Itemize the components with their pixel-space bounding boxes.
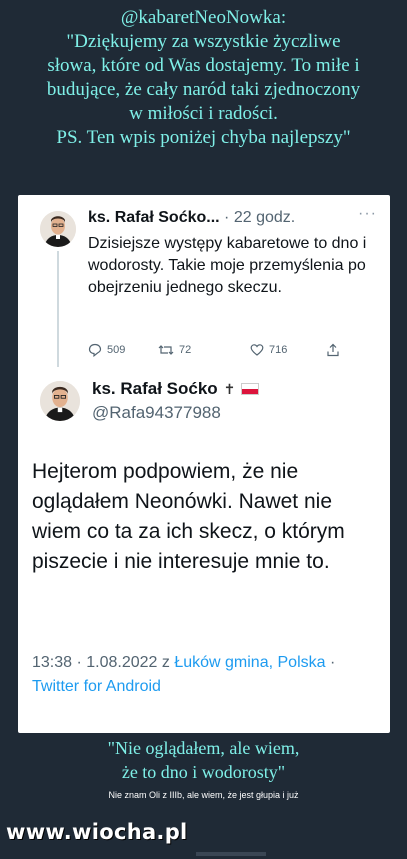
- client-link[interactable]: Twitter for Android: [32, 678, 161, 695]
- bottom-caption: "Nie oglądałem, ale wiem, że to dno i wo…: [0, 736, 407, 784]
- more-options-icon[interactable]: ···: [358, 205, 377, 223]
- retweet-count: 72: [179, 344, 192, 356]
- share-button[interactable]: [326, 343, 340, 357]
- top-caption-line: w miłości i radości.: [129, 103, 278, 124]
- site-watermark: www.wiocha.pl: [6, 820, 188, 844]
- heart-icon: [250, 344, 264, 356]
- reply-button[interactable]: 509: [88, 343, 125, 357]
- author-name-row: ks. Rafał Soćko ✝: [92, 379, 260, 399]
- separator: ·: [325, 654, 336, 671]
- top-caption: @kabaretNeoNowka: "Dziękujemy za wszystk…: [0, 6, 407, 150]
- tweet-meta: 13:38 · 1.08.2022 z Łuków gmina, Polska …: [32, 651, 372, 699]
- author-name[interactable]: ks. Rafał Soćko: [92, 379, 218, 399]
- author-name[interactable]: ks. Rafał Soćko...: [88, 209, 220, 226]
- top-caption-line: słowa, które od Was dostajemy. To miłe i: [47, 55, 360, 76]
- avatar-portrait-icon: [40, 381, 80, 421]
- top-caption-line: @kabaretNeoNowka:: [120, 7, 287, 28]
- thread-connector: [57, 251, 59, 367]
- tweet-text: Hejterom podpowiem, że nie oglądałem Neo…: [32, 460, 345, 573]
- tweet-reply: ks. Rafał Soćko ✝ @Rafa94377988 Hejterom…: [18, 375, 390, 733]
- meme-page: @kabaretNeoNowka: "Dziękujemy za wszystk…: [0, 0, 407, 859]
- top-caption-line: "Dziękujemy za wszystkie życzliwe: [66, 31, 341, 52]
- from-prefix: z: [157, 654, 175, 671]
- retweet-button[interactable]: 72: [158, 343, 191, 357]
- tweet-timestamp[interactable]: 13:38 · 1.08.2022: [32, 654, 157, 671]
- bottom-subtext: Nie znam Oli z IIIb, ale wiem, że jest g…: [108, 790, 299, 800]
- location-link[interactable]: Łuków gmina, Polska: [174, 654, 325, 671]
- tweet-original: ks. Rafał Soćko... · 22 godz. ··· Dzisie…: [18, 195, 390, 367]
- top-caption-line: budujące, że cały naród taki zjednoczony: [46, 79, 361, 100]
- tweet-text: Dzisiejsze występy kabaretowe to dno i w…: [88, 235, 367, 296]
- bottom-caption-line: "Nie oglądałem, ale wiem,: [107, 738, 300, 758]
- tweet-header: ks. Rafał Soćko... · 22 godz.: [88, 209, 295, 227]
- share-icon: [327, 343, 339, 357]
- avatar[interactable]: [40, 381, 80, 421]
- like-button[interactable]: 716: [250, 343, 287, 357]
- author-handle[interactable]: @Rafa94377988: [92, 403, 221, 423]
- reply-count: 509: [107, 344, 126, 356]
- reply-icon: [88, 343, 102, 357]
- tweet-actions: 509 72 716: [88, 343, 358, 361]
- tweet-time[interactable]: 22 godz.: [234, 209, 295, 226]
- avatar[interactable]: [40, 211, 76, 247]
- like-count: 716: [269, 344, 288, 356]
- separator: ·: [219, 209, 234, 226]
- bottom-bar: [196, 852, 266, 856]
- tweet-screenshot-card: ks. Rafał Soćko... · 22 godz. ··· Dzisie…: [18, 195, 390, 733]
- cross-icon: ✝: [223, 380, 236, 397]
- bottom-caption-line: że to dno i wodorosty": [121, 762, 286, 782]
- avatar-portrait-icon: [40, 211, 76, 247]
- retweet-icon: [158, 345, 174, 355]
- poland-flag-icon: [241, 383, 260, 395]
- top-caption-line: PS. Ten wpis poniżej chyba najlepszy": [56, 127, 351, 148]
